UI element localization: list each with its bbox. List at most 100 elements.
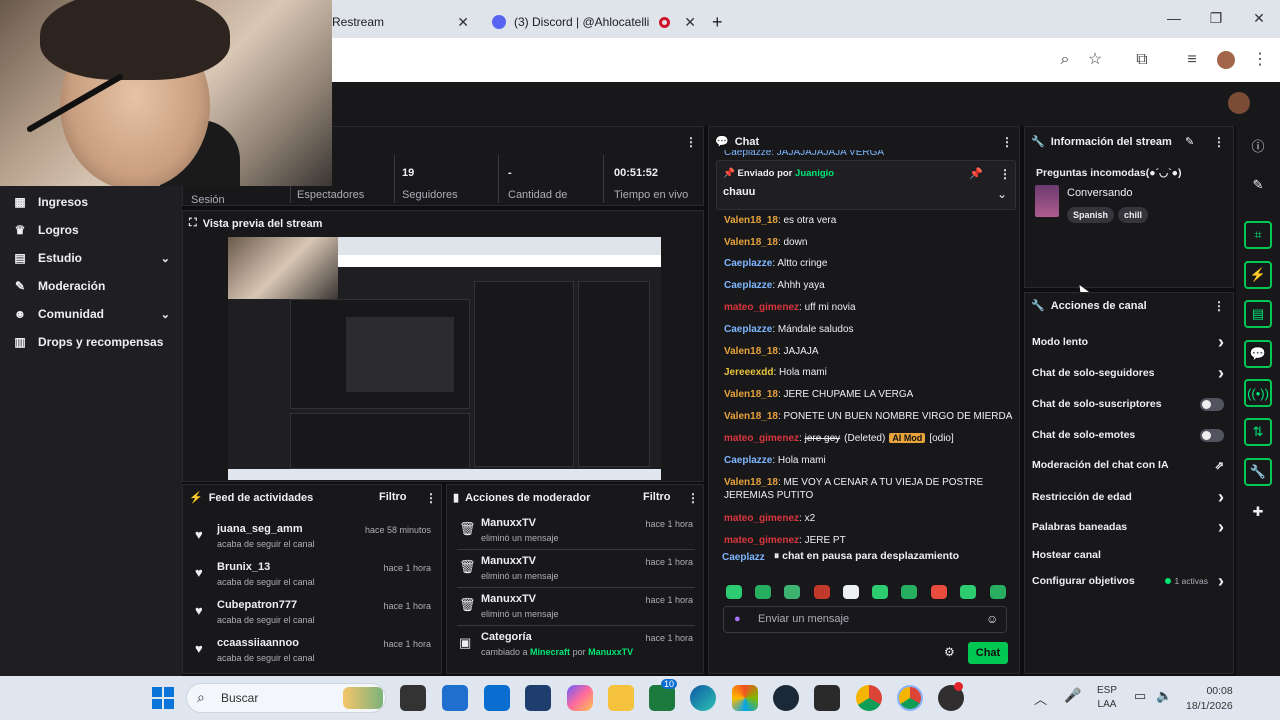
chat-message[interactable]: Caeplazze: Mándale saludos bbox=[724, 323, 1014, 336]
epic-games-icon[interactable] bbox=[814, 685, 840, 711]
calendar-app-icon[interactable] bbox=[442, 685, 468, 711]
wrench-icon[interactable]: 🔧 bbox=[1244, 458, 1272, 486]
chat-message[interactable]: mateo_gimenez: x2 bbox=[724, 512, 1014, 525]
chat-message[interactable]: Caeplazze: Ahhh yaya bbox=[724, 279, 1014, 292]
emote-icon[interactable] bbox=[755, 585, 771, 599]
volume-icon[interactable]: 🔈 bbox=[1156, 688, 1172, 704]
edge-icon[interactable] bbox=[690, 685, 716, 711]
list-item[interactable]: ♥ Brunix_13 acaba de seguir el canal hac… bbox=[183, 559, 443, 595]
chat-message[interactable]: Valen18_18: es otra vera bbox=[724, 214, 1014, 227]
close-tab-icon[interactable]: ✕ bbox=[684, 14, 696, 31]
clock[interactable]: 00:08 18/1/2026 bbox=[1186, 684, 1233, 714]
tag[interactable]: Spanish bbox=[1067, 207, 1115, 223]
channel-action-item[interactable]: Modo lento › bbox=[1032, 332, 1224, 352]
chrome-active-icon[interactable] bbox=[897, 685, 923, 711]
chat-message[interactable]: Caeplazze: Hola mami bbox=[724, 454, 1014, 467]
store-icon[interactable] bbox=[732, 685, 758, 711]
more-options-icon[interactable]: ⋮ bbox=[999, 167, 1011, 181]
sidebar-item-comunidad[interactable]: ☻ Comunidad ⌄ bbox=[12, 303, 170, 325]
emote-icon[interactable] bbox=[960, 585, 976, 599]
sidebar-item-ingresos[interactable]: ▦ Ingresos bbox=[12, 191, 170, 213]
microphone-icon[interactable]: 🎤 bbox=[1064, 687, 1081, 704]
zoom-icon[interactable]: ⌕ bbox=[1053, 48, 1077, 72]
file-explorer-icon[interactable] bbox=[608, 685, 634, 711]
browser-menu-icon[interactable]: ⋮ bbox=[1248, 48, 1272, 72]
chat-message[interactable]: mateo_gimenez: uff mi novia bbox=[724, 301, 1014, 314]
category-name[interactable]: Conversando bbox=[1067, 187, 1132, 199]
raid-icon[interactable]: ⇅ bbox=[1244, 418, 1272, 446]
chat-message[interactable]: mateo_gimenez: JERE PT bbox=[724, 534, 1014, 547]
list-item[interactable]: 🗑 ManuxxTV eliminó un mensaje hace 1 hor… bbox=[447, 553, 705, 589]
channel-action-item[interactable]: Moderación del chat con IA ⇗ bbox=[1032, 455, 1224, 475]
app-icon[interactable] bbox=[525, 685, 551, 711]
chat-message[interactable]: Valen18_18: ME VOY A CENAR A TU VIEJA DE… bbox=[724, 476, 1014, 502]
tab-discord[interactable]: (3) Discord | @Ahlocatelli ✕ bbox=[482, 6, 704, 38]
bookmark-star-icon[interactable]: ☆ bbox=[1083, 48, 1107, 72]
media-control-icon[interactable]: ≡ bbox=[1180, 48, 1204, 72]
outlook-icon[interactable] bbox=[484, 685, 510, 711]
channel-action-item[interactable]: Restricción de edad › bbox=[1032, 487, 1224, 507]
gear-icon[interactable]: ⚙ bbox=[944, 645, 955, 659]
channel-action-item[interactable]: Chat de solo-emotes bbox=[1032, 425, 1224, 445]
restore-icon[interactable]: ❐ bbox=[1204, 8, 1228, 28]
lightning-icon[interactable]: ⚡ bbox=[1244, 261, 1272, 289]
stream-preview-video[interactable] bbox=[228, 237, 661, 480]
chevron-up-icon[interactable]: ︿ bbox=[1034, 689, 1047, 708]
more-options-icon[interactable]: ⋮ bbox=[1213, 299, 1225, 313]
minimize-icon[interactable]: — bbox=[1162, 8, 1186, 28]
steam-icon[interactable] bbox=[773, 685, 799, 711]
more-options-icon[interactable]: ⋮ bbox=[1001, 135, 1013, 149]
list-item[interactable]: ♥ Cubepatron777 acaba de seguir el canal… bbox=[183, 597, 443, 633]
sidebar-item-estudio[interactable]: ▤ Estudio ⌄ bbox=[12, 247, 170, 269]
profile-avatar[interactable] bbox=[1214, 48, 1238, 72]
chat-message[interactable]: Valen18_18: down bbox=[724, 236, 1014, 249]
chat-input[interactable]: ● Enviar un mensaje ☺ bbox=[723, 606, 1007, 633]
new-tab-button[interactable]: + bbox=[712, 6, 732, 38]
emote-icon[interactable] bbox=[784, 585, 800, 599]
chat-paused-notice[interactable]: ⏸ chat en pausa para desplazamiento bbox=[766, 547, 978, 567]
edit-icon[interactable]: ✎ bbox=[1244, 171, 1272, 199]
clipboard-icon[interactable]: ▤ bbox=[1244, 300, 1272, 328]
more-options-icon[interactable]: ⋮ bbox=[685, 135, 697, 149]
network-icon[interactable]: ▭ bbox=[1134, 688, 1146, 704]
broadcast-icon[interactable]: ((•)) bbox=[1244, 379, 1272, 407]
chat-message[interactable]: Valen18_18: JERE CHUPAME LA VERGA bbox=[724, 388, 1014, 401]
tag[interactable]: chill bbox=[1118, 207, 1149, 223]
emote-icon[interactable] bbox=[843, 585, 859, 599]
filter-button[interactable]: Filtro bbox=[379, 491, 407, 503]
channel-action-item[interactable]: Palabras baneadas › bbox=[1032, 517, 1224, 537]
chevron-down-icon[interactable]: ⌄ bbox=[997, 187, 1007, 201]
close-window-icon[interactable]: ✕ bbox=[1247, 8, 1271, 28]
chat-message[interactable]: Caeplazze: Altto cringe bbox=[724, 257, 1014, 270]
filter-button[interactable]: Filtro bbox=[643, 491, 671, 503]
emote-picker-icon[interactable]: ☺ bbox=[986, 612, 998, 626]
sidebar-item-logros[interactable]: ♛ Logros bbox=[12, 219, 170, 241]
send-chat-button[interactable]: Chat bbox=[968, 642, 1008, 664]
user-avatar[interactable] bbox=[1228, 92, 1250, 114]
copilot-icon[interactable] bbox=[567, 685, 593, 711]
list-item[interactable]: 🗑 ManuxxTV eliminó un mensaje hace 1 hor… bbox=[447, 591, 705, 627]
pin-icon[interactable]: 📌 bbox=[969, 167, 983, 180]
emote-icon[interactable] bbox=[931, 585, 947, 599]
taskbar-search[interactable]: ⌕ Buscar bbox=[186, 683, 386, 713]
pinned-message[interactable]: 📌 Enviado por Juanigio chauu 📌 ⋮ ⌄ bbox=[716, 160, 1016, 210]
obs-icon[interactable] bbox=[938, 682, 964, 711]
list-item[interactable]: ♥ juana_seg_amm acaba de seguir el canal… bbox=[183, 521, 443, 557]
sidebar-item-drops[interactable]: ▥ Drops y recompensas bbox=[12, 331, 170, 353]
sidebar-item-moderacion[interactable]: ✎ Moderación bbox=[12, 275, 170, 297]
list-item[interactable]: 🗑 ManuxxTV eliminó un mensaje hace 1 hor… bbox=[447, 515, 705, 551]
close-tab-icon[interactable]: ✕ bbox=[457, 14, 469, 31]
channel-action-item[interactable]: Hostear canal bbox=[1032, 545, 1224, 565]
edit-icon[interactable]: ✎ bbox=[1185, 135, 1194, 148]
task-view-icon[interactable] bbox=[400, 685, 426, 711]
more-options-icon[interactable]: ⋮ bbox=[1213, 135, 1225, 149]
emote-icon[interactable] bbox=[901, 585, 917, 599]
tab-restream[interactable]: Restream ✕ bbox=[332, 6, 477, 38]
emote-icon[interactable] bbox=[726, 585, 742, 599]
chat-message[interactable]: Jereeexdd: Hola mami bbox=[724, 366, 1014, 379]
chat-message[interactable]: Valen18_18: PONETE UN BUEN NOMBRE VIRGO … bbox=[724, 410, 1014, 423]
more-options-icon[interactable]: ⋮ bbox=[687, 491, 699, 505]
excel-icon[interactable]: 10 bbox=[649, 679, 678, 711]
list-item[interactable]: ▣ Categoría cambiado a Minecraft por Man… bbox=[447, 629, 705, 665]
channel-action-item[interactable]: Chat de solo-suscriptores bbox=[1032, 394, 1224, 414]
